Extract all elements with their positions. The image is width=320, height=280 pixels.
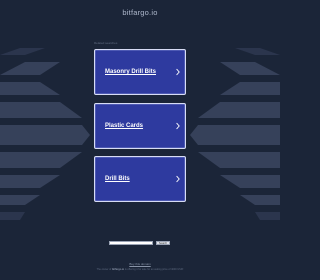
related-link-label: Plastic Cards [105, 123, 144, 129]
buy-domain-link[interactable]: Buy this domain [0, 262, 280, 266]
chevron-right-icon [176, 68, 180, 76]
related-link-masonry-drill-bits[interactable]: Masonry Drill Bits [94, 49, 186, 95]
search-button[interactable]: Search Ads [156, 241, 170, 245]
footer-note-suffix: is offering it for sale for an asking pr… [124, 268, 184, 271]
site-title: bitfargo.io [122, 8, 158, 17]
related-searches-label: Related searches [94, 41, 118, 45]
related-link-label: Drill Bits [105, 176, 130, 182]
footer-note: The owner of bitfargo.io is offering it … [0, 268, 280, 271]
chevron-right-icon [176, 122, 180, 130]
chevron-right-icon [176, 175, 180, 183]
related-link-drill-bits[interactable]: Drill Bits [94, 156, 186, 202]
related-link-label: Masonry Drill Bits [105, 69, 157, 75]
related-link-plastic-cards[interactable]: Plastic Cards [94, 103, 186, 149]
footer-note-domain: bitfargo.io [111, 268, 125, 271]
search-input[interactable] [109, 241, 153, 245]
footer-note-prefix: The owner of [96, 268, 112, 271]
